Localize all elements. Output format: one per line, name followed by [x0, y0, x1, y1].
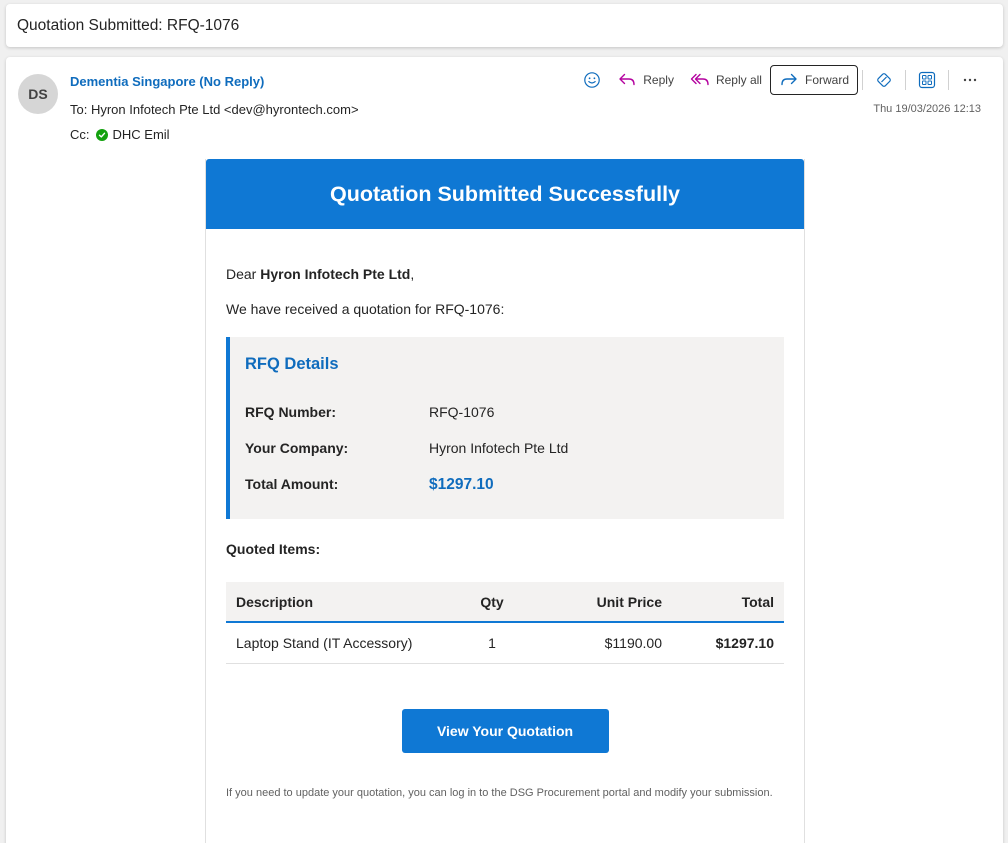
cell-total: $1297.10 [672, 622, 784, 664]
apps-button[interactable] [910, 65, 944, 95]
column-header-total: Total [672, 582, 784, 623]
to-line: To: Hyron Infotech Pte Ltd <dev@hyrontec… [70, 102, 359, 117]
message-toolbar: Reply Reply all Forward [575, 65, 987, 95]
email-subject: Quotation Submitted: RFQ-1076 [17, 17, 240, 34]
greeting-prefix: Dear [226, 266, 261, 282]
loop-icon [875, 71, 893, 89]
column-header-unit-price: Unit Price [532, 582, 672, 623]
reply-label: Reply [643, 73, 674, 87]
smiley-icon [583, 71, 601, 89]
reply-all-button[interactable]: Reply all [682, 65, 770, 95]
to-label: To: [70, 102, 88, 117]
check-icon [95, 128, 108, 141]
emoji-reaction-button[interactable] [575, 65, 609, 95]
rfq-row-number: RFQ Number: RFQ-1076 [245, 404, 494, 420]
column-header-description: Description [226, 582, 452, 623]
total-amount-value: $1297.10 [429, 476, 494, 493]
cell-qty: 1 [452, 622, 532, 664]
cc-label: Cc: [70, 127, 90, 142]
subject-bar: Quotation Submitted: RFQ-1076 [6, 4, 1003, 47]
rfq-details-box: RFQ Details RFQ Number: RFQ-1076 Your Co… [226, 337, 784, 519]
rfq-row-value: RFQ-1076 [429, 404, 495, 420]
hero-banner: Quotation Submitted Successfully [206, 159, 804, 229]
sender-name[interactable]: Dementia Singapore (No Reply) [70, 74, 264, 89]
forward-button[interactable]: Forward [769, 65, 858, 95]
rfq-row-label: Your Company: [245, 440, 349, 456]
sender-avatar[interactable]: DS [18, 74, 58, 114]
greeting: Dear Hyron Infotech Pte Ltd, [226, 266, 784, 282]
forward-label: Forward [804, 73, 849, 87]
table-row: Laptop Stand (IT Accessory) 1 $1190.00 $… [226, 622, 784, 664]
reply-all-icon [690, 71, 710, 89]
to-recipient[interactable]: Hyron Infotech Pte Ltd <dev@hyrontech.co… [91, 102, 359, 117]
email-body: Quotation Submitted Successfully Dear Hy… [205, 159, 805, 843]
rfq-row-label: Total Amount: [245, 476, 339, 492]
greeting-suffix: , [410, 266, 415, 282]
footnote: If you need to update your quotation, yo… [226, 786, 773, 799]
rfq-row-value: Hyron Infotech Pte Ltd [429, 440, 569, 456]
email-content: Dear Hyron Infotech Pte Ltd, We have rec… [206, 266, 804, 801]
greeting-name: Hyron Infotech Pte Ltd [260, 266, 411, 282]
cc-line: Cc: DHC Emil [70, 127, 170, 142]
received-date: Thu 19/03/2026 12:13 [873, 103, 981, 115]
column-header-qty: Qty [452, 582, 532, 623]
toolbar-divider [948, 70, 949, 90]
reply-icon [617, 71, 637, 89]
toolbar-divider [905, 70, 906, 90]
rfq-row-company: Your Company: Hyron Infotech Pte Ltd [245, 440, 568, 456]
toolbar-divider [862, 70, 863, 90]
avatar-initials: DS [28, 86, 48, 102]
table-header-row: Description Qty Unit Price Total [226, 582, 784, 623]
rfq-row-label: RFQ Number: [245, 404, 336, 420]
more-actions-button[interactable] [953, 65, 987, 95]
intro-text: We have received a quotation for RFQ-107… [226, 301, 505, 317]
loop-button[interactable] [867, 65, 901, 95]
reply-all-label: Reply all [715, 73, 762, 87]
cell-unit-price: $1190.00 [532, 622, 672, 664]
apps-grid-icon [918, 71, 936, 89]
cc-recipient[interactable]: DHC Emil [113, 127, 170, 142]
view-quotation-button[interactable]: View Your Quotation [401, 708, 609, 753]
quoted-items-label: Quoted Items: [226, 541, 321, 557]
more-icon [961, 71, 979, 89]
cell-description: Laptop Stand (IT Accessory) [226, 622, 452, 664]
message-card: DS Dementia Singapore (No Reply) To: Hyr… [6, 57, 1003, 843]
cta-wrapper: View Your Quotation [226, 708, 784, 753]
quoted-items-table: Description Qty Unit Price Total Laptop … [226, 582, 784, 664]
rfq-row-total: Total Amount: $1297.10 [245, 476, 494, 494]
forward-icon [779, 71, 799, 89]
rfq-details-title: RFQ Details [245, 355, 339, 373]
reply-button[interactable]: Reply [609, 65, 682, 95]
hero-title: Quotation Submitted Successfully [329, 181, 680, 206]
